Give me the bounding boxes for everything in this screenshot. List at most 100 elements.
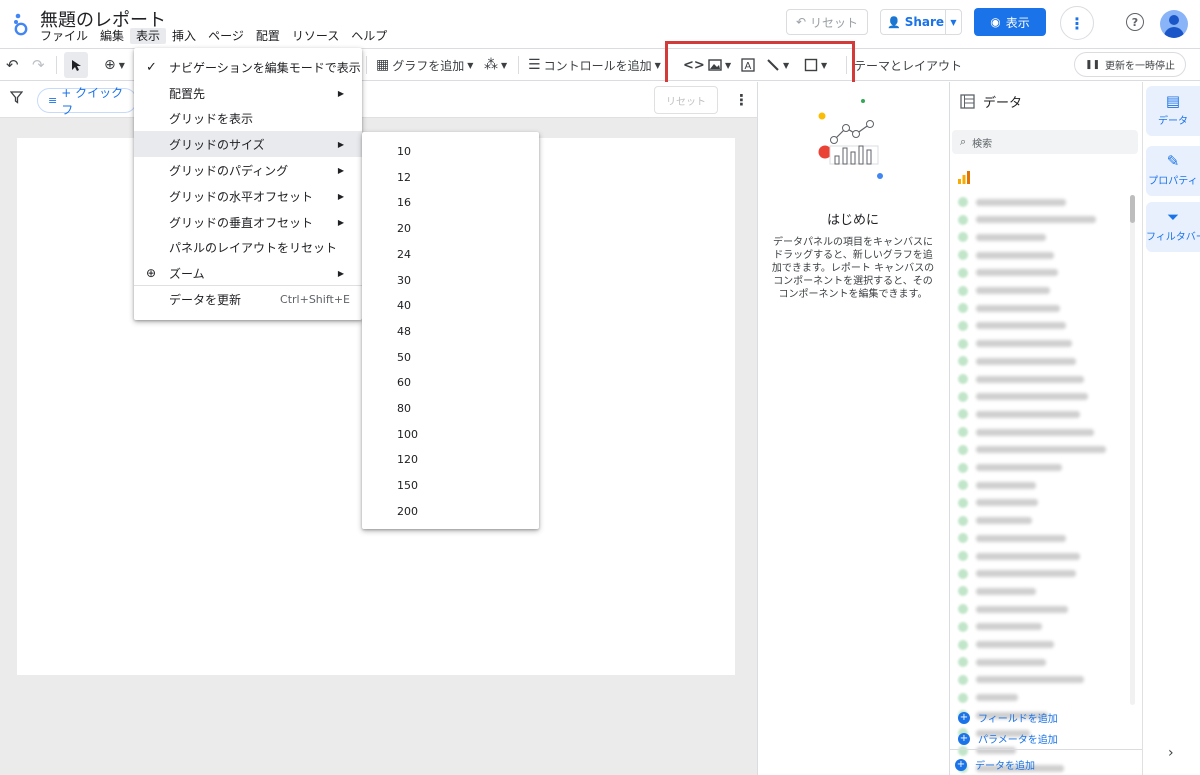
pencil-icon: ✎	[1166, 152, 1180, 170]
menu-resources[interactable]: リソース	[286, 28, 345, 44]
menu-view[interactable]: 表示	[130, 28, 167, 44]
grid-size-option[interactable]: 10	[397, 145, 411, 158]
submenu-arrow-icon: ▶	[337, 139, 344, 149]
data-field-item[interactable]	[958, 620, 1042, 634]
data-panel-header: データ	[960, 92, 1022, 111]
menu-file[interactable]: ファイル	[34, 28, 94, 44]
menu-item-grid-h-offset[interactable]: グリッドの水平オフセット ▶	[134, 183, 362, 209]
menu-edit[interactable]: 編集	[94, 28, 130, 44]
grid-size-option[interactable]: 16	[397, 196, 411, 209]
data-field-item[interactable]	[958, 195, 1066, 209]
grid-size-option[interactable]: 48	[397, 325, 411, 338]
data-field-item[interactable]	[958, 531, 1066, 545]
menu-arrange[interactable]: 配置	[250, 28, 286, 44]
data-field-item[interactable]	[958, 673, 1084, 687]
grid-size-option[interactable]: 20	[397, 222, 411, 235]
field-list-scrollbar[interactable]	[1130, 195, 1135, 705]
data-field-item[interactable]	[958, 478, 1036, 492]
getting-started-text: データパネルの項目をキャンバスにドラッグすると、新しいグラフを追加できます。レポ…	[771, 237, 935, 300]
grid-size-option[interactable]: 50	[397, 351, 411, 364]
share-button[interactable]: 👤 Share ▼	[880, 9, 962, 35]
menu-item-grid-v-offset[interactable]: グリッドの垂直オフセット ▶	[134, 209, 362, 235]
tab-properties[interactable]: ✎ プロパティ	[1146, 146, 1200, 196]
reset-button[interactable]: ↶ リセット	[786, 9, 868, 35]
data-field-item[interactable]	[958, 407, 1080, 421]
menu-insert[interactable]: 挿入	[166, 28, 202, 44]
community-visualization-icon[interactable]: ⁂ ▼	[484, 49, 507, 81]
pause-updates-button[interactable]: ❚❚ 更新を一時停止	[1074, 52, 1186, 77]
menu-item-show-grid[interactable]: グリッドを表示	[134, 105, 362, 131]
select-cursor-icon[interactable]	[64, 52, 88, 78]
data-field-item[interactable]	[958, 584, 1036, 598]
grid-size-option[interactable]: 150	[397, 479, 418, 492]
data-field-item[interactable]	[958, 443, 1106, 457]
chevron-right-icon[interactable]: ›	[1168, 745, 1174, 761]
add-field-link[interactable]: + フィールドを追加	[958, 710, 1058, 725]
data-field-item[interactable]	[958, 337, 1072, 351]
grid-size-option[interactable]: 12	[397, 171, 411, 184]
grid-size-option[interactable]: 100	[397, 428, 418, 441]
data-field-item[interactable]	[958, 691, 1018, 705]
share-dropdown-icon[interactable]: ▼	[945, 10, 961, 34]
theme-layout-button[interactable]: テーマとレイアウト	[854, 49, 962, 81]
data-field-item[interactable]	[958, 461, 1062, 475]
menu-item-grid-size[interactable]: グリッドのサイズ ▶	[134, 131, 362, 157]
data-field-item[interactable]	[958, 248, 1054, 262]
grid-size-option[interactable]: 24	[397, 248, 411, 261]
menu-item-zoom[interactable]: ⊕ ズーム ▶	[134, 260, 362, 286]
menu-item-place-target[interactable]: 配置先 ▶	[134, 80, 362, 106]
redo-icon[interactable]: ↷	[32, 49, 45, 81]
avatar[interactable]	[1160, 10, 1188, 38]
filter-reset-button[interactable]: リセット	[654, 86, 718, 114]
add-data-link[interactable]: + データを追加	[955, 757, 1035, 772]
zoom-icon[interactable]: ⊕ ▼	[104, 49, 125, 81]
data-field-item[interactable]	[958, 266, 1058, 280]
add-chart-button[interactable]: ▦ グラフを追加 ▼	[376, 49, 473, 81]
data-field-item[interactable]	[958, 213, 1096, 227]
data-field-item[interactable]	[958, 230, 1046, 244]
grid-size-option[interactable]: 30	[397, 274, 411, 287]
data-field-item[interactable]	[958, 372, 1084, 386]
grid-size-option[interactable]: 40	[397, 299, 411, 312]
grid-size-option[interactable]: 60	[397, 376, 411, 389]
menu-help[interactable]: ヘルプ	[345, 28, 393, 44]
menu-item-reset-panel-layout[interactable]: パネルのレイアウトをリセット	[134, 234, 362, 260]
filter-icon[interactable]	[9, 91, 24, 108]
filter-bar-more-icon[interactable]: ⋮	[734, 91, 749, 109]
grid-size-option[interactable]: 120	[397, 453, 418, 466]
plus-icon: +	[958, 732, 970, 745]
data-field-item[interactable]	[958, 655, 1046, 669]
data-field-item[interactable]	[958, 602, 1068, 616]
data-field-item[interactable]	[958, 514, 1032, 528]
add-parameter-link[interactable]: + パラメータを追加	[958, 731, 1058, 746]
grid-size-option[interactable]: 200	[397, 505, 418, 518]
tab-filter-bar[interactable]: ⏷ フィルタバー	[1146, 202, 1200, 252]
data-field-item[interactable]	[958, 425, 1094, 439]
menu-item-refresh-data[interactable]: データを更新 Ctrl+Shift+E	[134, 286, 362, 312]
menu-item-nav-edit-mode[interactable]: ✓ ナビゲーションを編集モードで表示	[134, 54, 362, 80]
undo-icon[interactable]: ↶	[6, 49, 19, 81]
help-icon[interactable]: ?	[1126, 13, 1144, 31]
view-menu: ✓ ナビゲーションを編集モードで表示 配置先 ▶ グリッドを表示 グリッドのサイ…	[134, 48, 362, 320]
menu-item-grid-padding[interactable]: グリッドのパディング ▶	[134, 157, 362, 183]
data-field-item[interactable]	[958, 390, 1088, 404]
data-field-item[interactable]	[958, 354, 1076, 368]
data-field-item[interactable]	[958, 496, 1038, 510]
view-button[interactable]: ◉ 表示	[974, 8, 1046, 36]
data-field-item[interactable]	[958, 567, 1076, 581]
data-search-input[interactable]: ⌕ 検索	[952, 130, 1138, 154]
data-field-item[interactable]	[958, 319, 1066, 333]
data-field-item[interactable]	[958, 301, 1060, 315]
field-list-scrollbar-thumb[interactable]	[1130, 195, 1135, 223]
data-field-item[interactable]	[958, 549, 1080, 563]
getting-started-title: はじめに	[826, 213, 879, 228]
quick-filter-button[interactable]: ≡ + クイック フ	[37, 86, 137, 117]
data-field-item[interactable]	[958, 638, 1054, 652]
add-control-button[interactable]: ☰ コントロールを追加 ▼	[528, 49, 661, 81]
grid-size-option[interactable]: 80	[397, 402, 411, 415]
menu-page[interactable]: ページ	[202, 28, 250, 44]
eye-icon: ◉	[990, 15, 1001, 29]
more-options-icon[interactable]: ⋮	[1060, 6, 1094, 40]
data-field-item[interactable]	[958, 284, 1050, 298]
tab-data[interactable]: ▤ データ	[1146, 86, 1200, 136]
